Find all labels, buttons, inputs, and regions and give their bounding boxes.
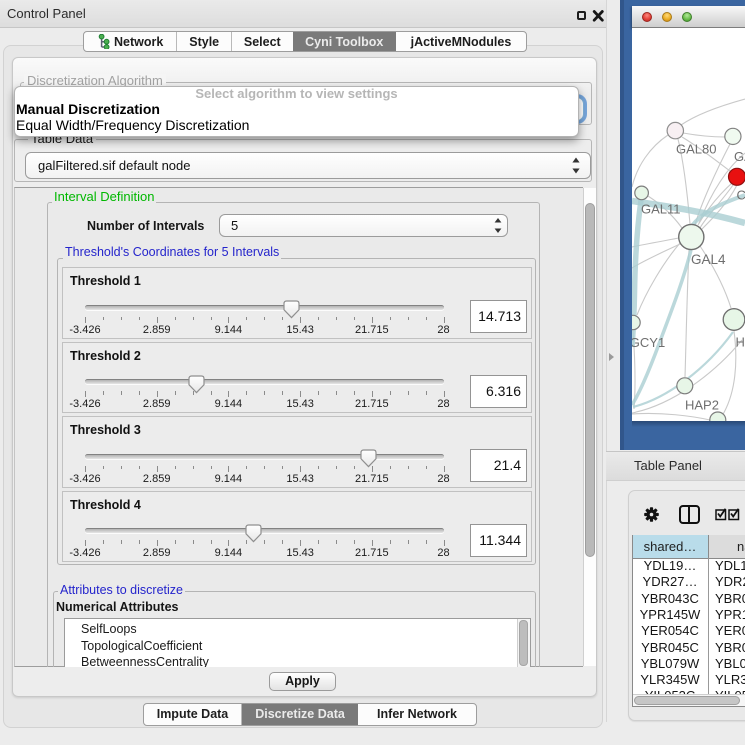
svg-text:GCY1: GCY1 (632, 335, 665, 350)
svg-text:GAL11: GAL11 (641, 201, 681, 216)
svg-text:GAL80: GAL80 (676, 141, 716, 156)
svg-text:GA: GA (734, 149, 745, 164)
svg-text:GAL4: GAL4 (691, 252, 726, 267)
svg-text:HAP2: HAP2 (685, 397, 719, 412)
svg-text:H: H (736, 334, 745, 349)
svg-text:CD: CD (737, 187, 745, 202)
